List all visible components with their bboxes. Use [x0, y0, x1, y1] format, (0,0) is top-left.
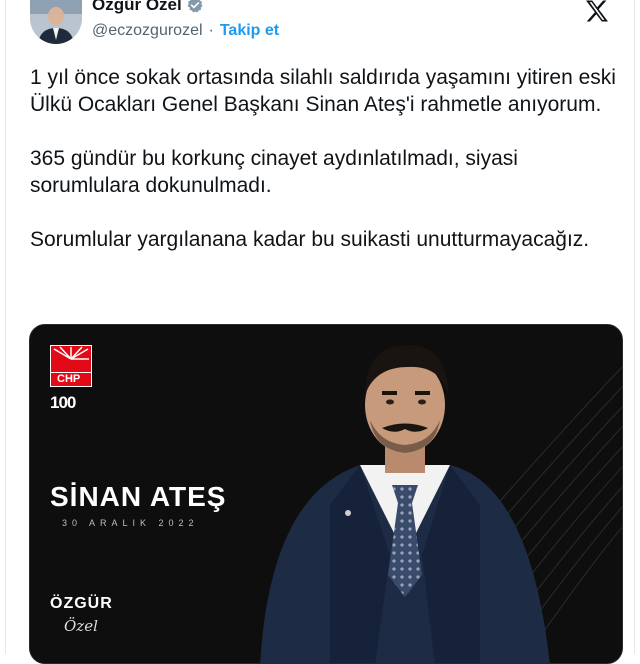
chp-logo-text-wrap: CHP — [50, 345, 92, 387]
author-handle-row: @eczozgurozel · Takip et — [92, 22, 279, 40]
x-logo-icon[interactable] — [584, 0, 610, 22]
brand-text: ÖZGÜR — [50, 595, 113, 612]
author-handle[interactable]: @eczozgurozel — [92, 22, 203, 40]
person-name: SİNAN ATEŞ — [50, 481, 227, 512]
tweet-card: Özgür Ozel @eczozgurozel · Takip et 1 yı… — [5, 0, 635, 664]
follow-button[interactable]: Takip et — [220, 22, 279, 40]
tweet-media-image[interactable]: CHP 100 SİNAN ATEŞ 30 ARALIK 2022 ÖZGÜR … — [29, 324, 623, 664]
separator-dot: · — [208, 22, 214, 39]
author-name-row: Özgür Ozel — [92, 0, 204, 16]
tweet-text: 1 yıl önce sokak ortasında silahlı saldı… — [30, 64, 620, 280]
tweet-paragraph: 1 yıl önce sokak ortasında silahlı saldı… — [30, 66, 616, 116]
tweet-paragraph: Sorumlular yargılanana kadar bu suikasti… — [30, 228, 590, 251]
author-avatar[interactable] — [30, 0, 82, 44]
centennial-mark: 100 — [50, 393, 76, 412]
date-text: 30 ARALIK 2022 — [62, 518, 199, 528]
verified-badge-icon — [187, 0, 203, 13]
chp-logo-text: CHP — [57, 373, 81, 385]
tweet-paragraph: 365 gündür bu korkunç cinayet aydınlatıl… — [30, 147, 518, 197]
author-name[interactable]: Özgür Ozel — [92, 0, 182, 15]
signature: Özel — [64, 617, 98, 635]
